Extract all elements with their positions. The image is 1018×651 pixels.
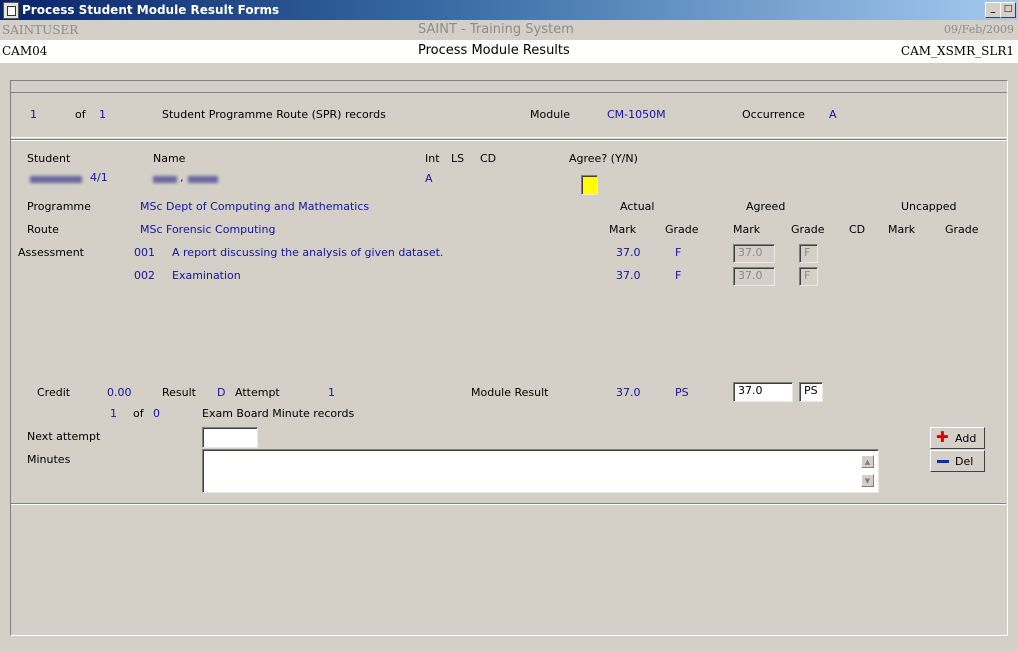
header-form-row: CAM04 Process Module Results CAM_XSMR_SL… <box>0 40 1018 63</box>
form-id: CAM_XSMR_SLR1 <box>900 44 1014 58</box>
window-title: Process Student Module Result Forms <box>22 3 280 17</box>
maximize-button[interactable]: □ <box>1000 2 1016 18</box>
header-date: 09/Feb/2009 <box>944 23 1014 36</box>
window-titlebar[interactable]: Process Student Module Result Forms _ □ <box>0 0 1018 20</box>
header-info-row: SAINTUSER SAINT - Training System 09/Feb… <box>0 20 1018 40</box>
app-icon <box>3 2 19 19</box>
minimize-button[interactable]: _ <box>985 2 1001 18</box>
system-name: SAINT - Training System <box>418 22 574 37</box>
form-code: CAM04 <box>2 44 48 58</box>
form-title: Process Module Results <box>418 43 570 58</box>
user-name: SAINTUSER <box>2 23 79 37</box>
form-frame <box>10 80 1008 636</box>
